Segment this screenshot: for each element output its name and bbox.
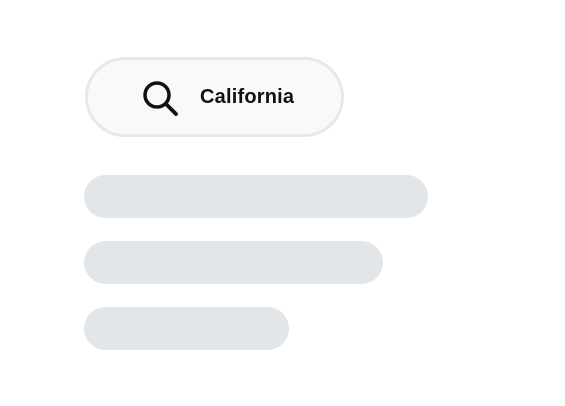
page: California <box>0 0 565 406</box>
search-query-text[interactable]: California <box>200 60 294 134</box>
loading-placeholder-row <box>84 241 383 284</box>
loading-placeholder-row <box>84 307 289 350</box>
search-field[interactable]: California <box>85 57 344 137</box>
search-icon[interactable] <box>141 79 181 119</box>
loading-placeholder-row <box>84 175 428 218</box>
